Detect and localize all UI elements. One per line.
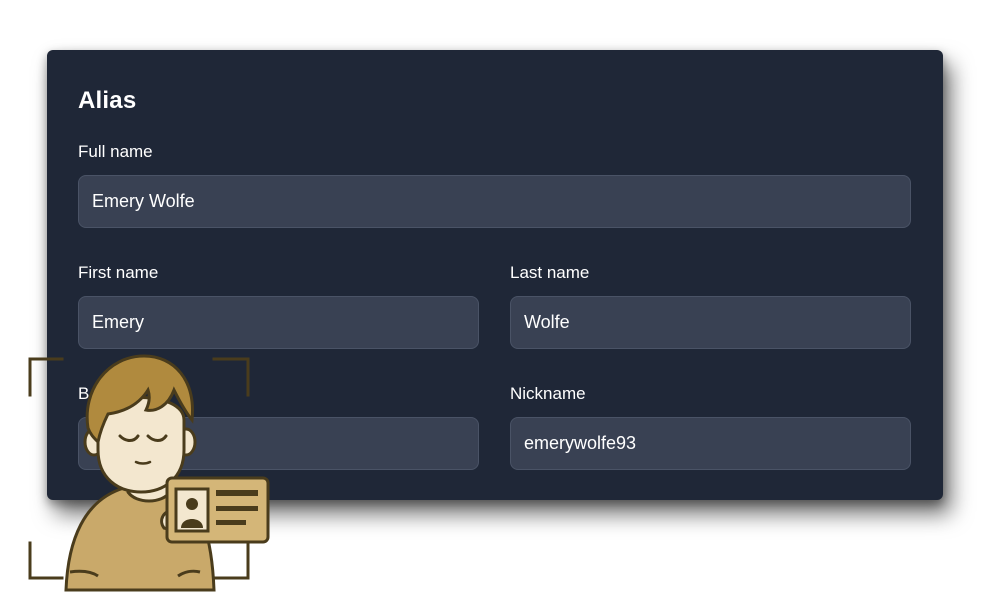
scan-frame-corner-tl — [28, 357, 64, 397]
nickname-label: Nickname — [510, 384, 586, 403]
scan-frame-corner-tr — [212, 357, 250, 397]
nickname-input[interactable] — [510, 417, 911, 470]
page: Alias Full name First name Last name B N… — [0, 0, 1000, 600]
full-name-label: Full name — [78, 142, 153, 161]
last-name-input[interactable] — [510, 296, 911, 349]
last-name-label: Last name — [510, 263, 590, 282]
id-card-icon — [165, 476, 270, 544]
scan-frame-corner-bl — [28, 541, 64, 580]
first-name-input[interactable] — [78, 296, 479, 349]
scan-frame-corner-br — [212, 541, 250, 580]
form-title: Alias — [78, 87, 137, 114]
person-with-id-card-icon — [28, 354, 270, 592]
first-name-label: First name — [78, 263, 159, 282]
full-name-input[interactable] — [78, 175, 911, 228]
